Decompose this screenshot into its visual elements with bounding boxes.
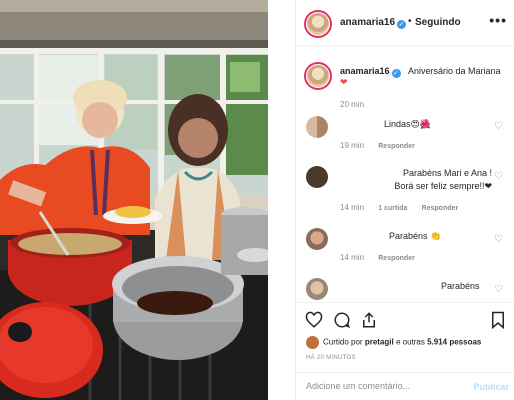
caption-username[interactable]: anamaria16 ✓ xyxy=(340,66,401,78)
caption-emoji: ❤ xyxy=(340,77,348,87)
post-photo[interactable] xyxy=(0,0,268,400)
caption-avatar[interactable] xyxy=(304,62,332,90)
heart-icon[interactable]: ♡ xyxy=(494,121,503,132)
add-comment-bar: Publicar xyxy=(296,372,514,400)
comment-time[interactable]: 14 min xyxy=(340,253,364,262)
post-image xyxy=(0,0,268,400)
commenter-avatar[interactable] xyxy=(306,116,328,138)
comment-meta: 19 min Responder xyxy=(340,141,427,150)
commenter-avatar[interactable] xyxy=(306,278,328,300)
likes-count[interactable]: 5.914 pessoas xyxy=(427,338,481,347)
reply-button[interactable]: Responder xyxy=(422,205,459,212)
comment-text: Parabéns xyxy=(441,281,480,291)
caption-time[interactable]: 20 min xyxy=(340,100,364,109)
heart-icon[interactable]: ♡ xyxy=(494,284,503,295)
heart-icon[interactable] xyxy=(305,311,323,329)
author-avatar[interactable] xyxy=(304,10,332,38)
reply-button[interactable]: Responder xyxy=(378,255,415,262)
comment-text: Parabéns Mari e Ana ! Borá ser feliz sem… xyxy=(394,168,492,191)
verified-icon: ✓ xyxy=(391,69,401,78)
post-timestamp[interactable]: HÁ 20 MINUTOS xyxy=(306,355,356,361)
commenter-avatar[interactable] xyxy=(306,166,328,188)
post-actions: Curtido por pretagil e outras 5.914 pess… xyxy=(296,302,514,400)
post-header: anamaria16 ✓ • Seguindo ••• xyxy=(296,0,514,46)
caption-text: Aniversário da Mariana xyxy=(408,66,501,76)
following-button[interactable]: Seguindo xyxy=(415,17,461,28)
comment-time[interactable]: 14 min xyxy=(340,203,364,212)
post-side-panel: anamaria16 ✓ • Seguindo ••• anamaria16 ✓ A… xyxy=(295,0,514,400)
comment-icon[interactable] xyxy=(333,311,351,329)
share-icon[interactable] xyxy=(360,311,378,329)
more-options-icon[interactable]: ••• xyxy=(489,12,507,28)
author-username[interactable]: anamaria16 ✓ xyxy=(340,17,407,29)
header-separator: • xyxy=(408,16,412,27)
likes-summary[interactable]: Curtido por pretagil e outras 5.914 pess… xyxy=(306,336,481,349)
publish-button[interactable]: Publicar xyxy=(473,382,509,392)
comment-meta: 14 min 1 curtida Responder xyxy=(340,203,470,212)
verified-icon: ✓ xyxy=(397,20,407,29)
comment-time[interactable]: 19 min xyxy=(340,141,364,150)
comment-text: Lindas😍🌺 xyxy=(384,119,432,129)
comment-input[interactable] xyxy=(306,381,456,391)
bookmark-icon[interactable] xyxy=(489,311,507,329)
heart-icon[interactable]: ♡ xyxy=(494,171,503,182)
comment-meta: 14 min Responder xyxy=(340,253,427,262)
heart-icon[interactable]: ♡ xyxy=(494,234,503,245)
commenter-avatar[interactable] xyxy=(306,228,328,250)
liker-username[interactable]: pretagil xyxy=(365,338,394,347)
comment-text: Parabéns 👏 xyxy=(389,231,442,241)
liker-avatar xyxy=(306,336,319,349)
reply-button[interactable]: Responder xyxy=(378,143,415,150)
comment-likes[interactable]: 1 curtida xyxy=(378,205,407,212)
comments-list[interactable]: anamaria16 ✓ Aniversário da Mariana ❤ 20 … xyxy=(296,46,514,302)
